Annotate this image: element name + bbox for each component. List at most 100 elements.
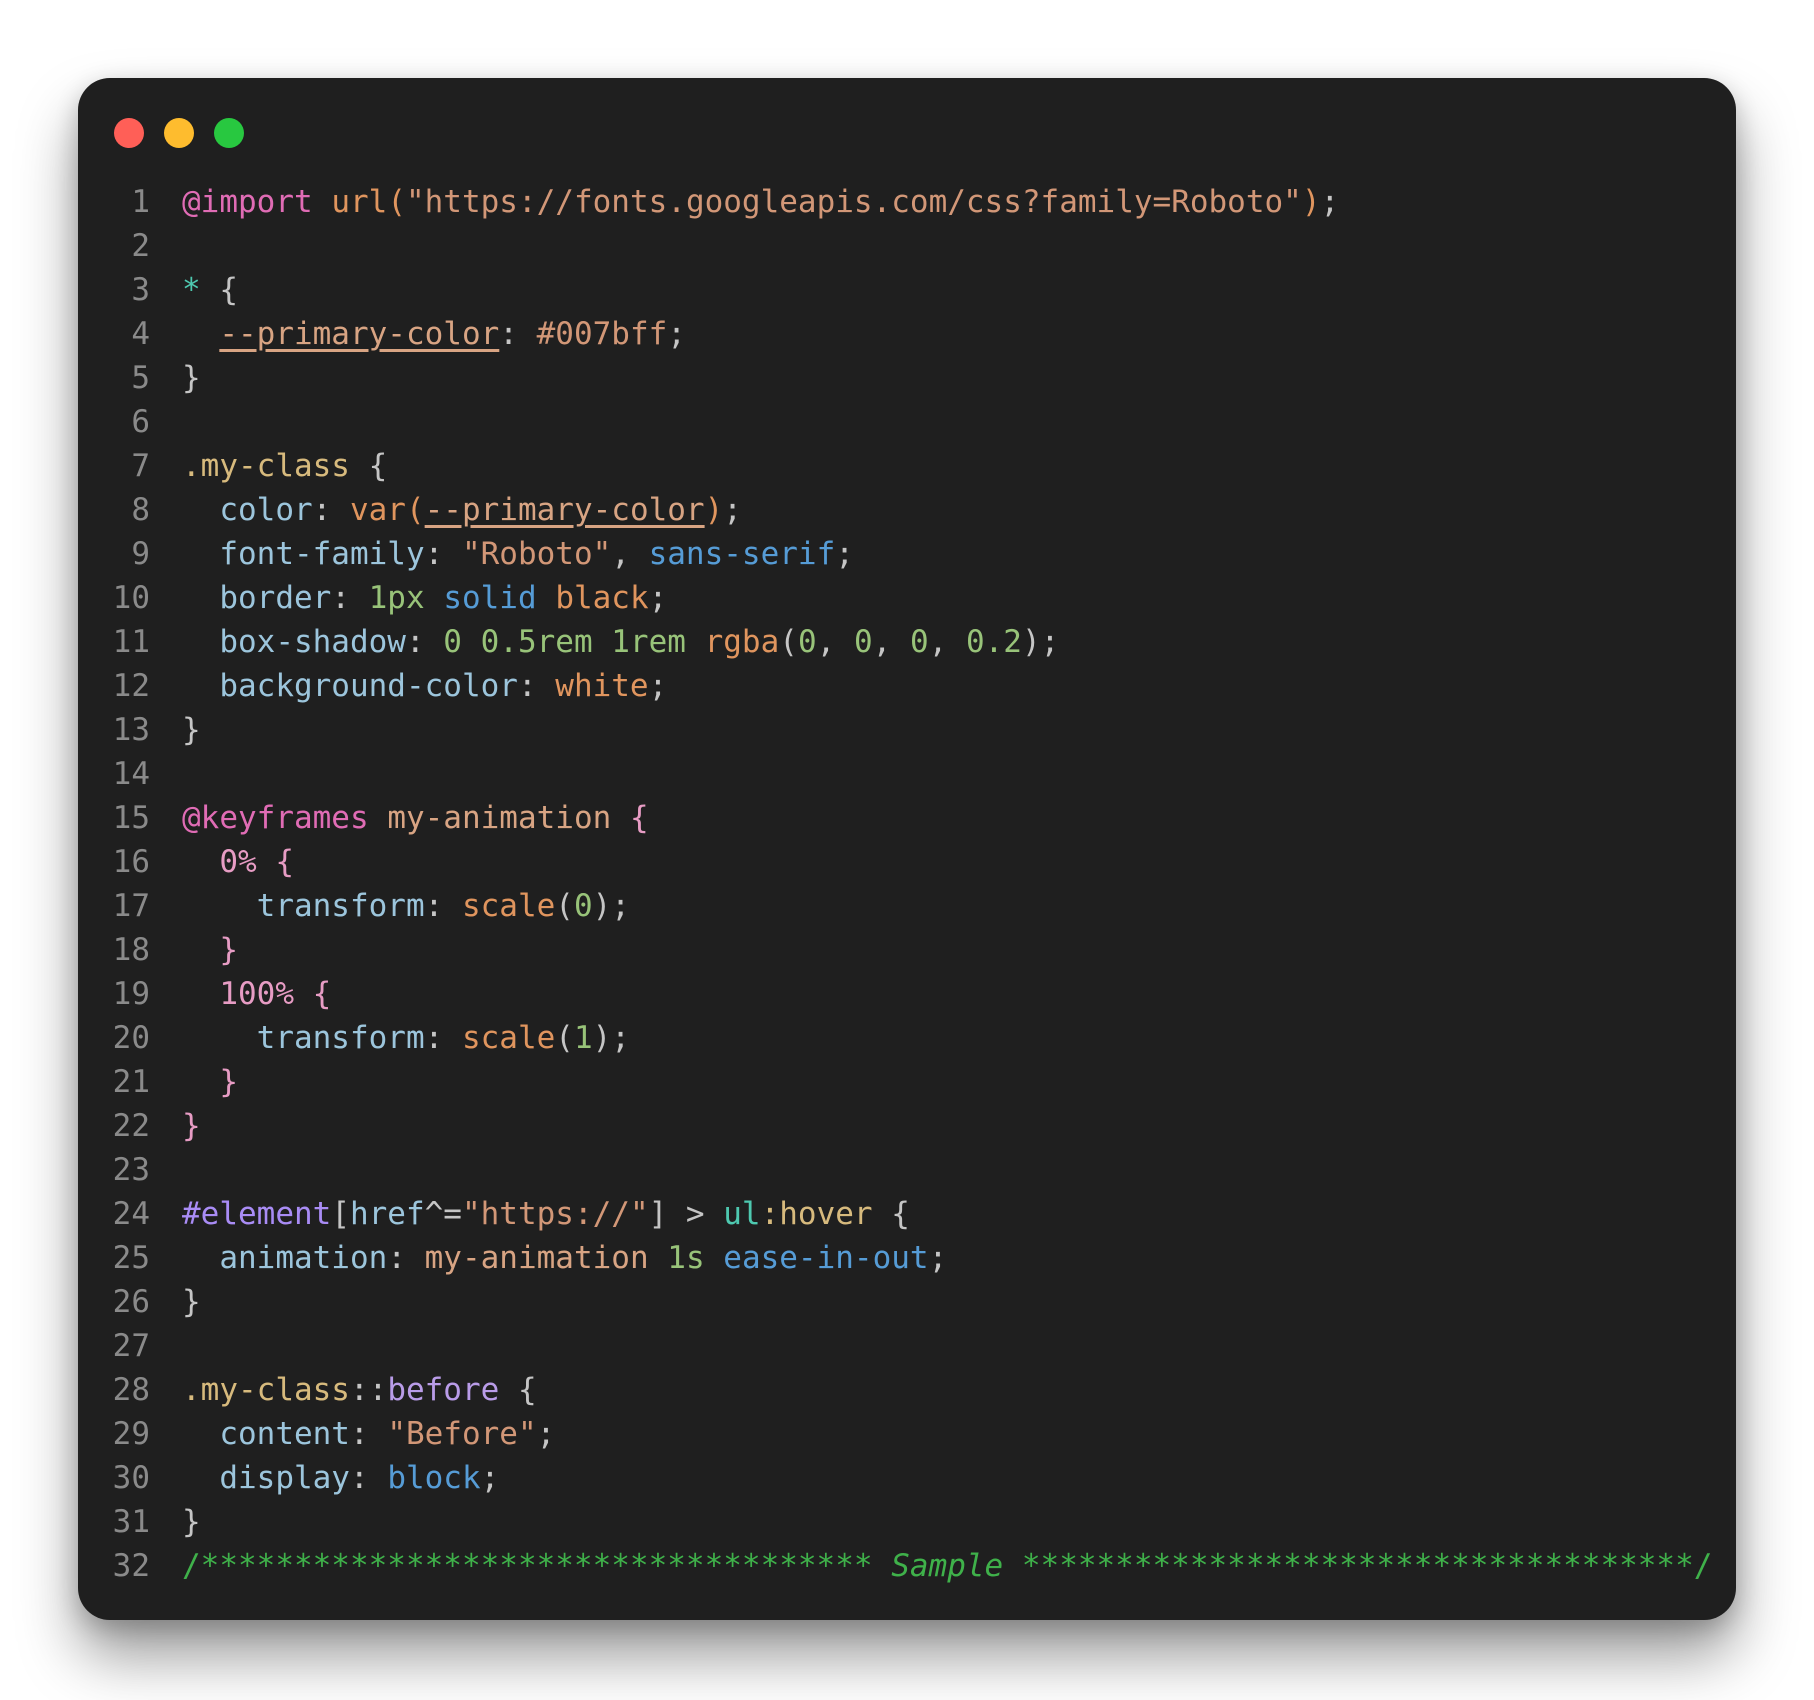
code-token: , [872, 624, 910, 660]
code-token: ] > [648, 1196, 724, 1232]
code-line: 31} [78, 1500, 1736, 1544]
line-text [150, 400, 182, 444]
code-token: : [424, 536, 462, 572]
code-token: background-color [219, 668, 518, 704]
line-text: @import url("https://fonts.googleapis.co… [150, 180, 1339, 224]
code-token: :hover [760, 1196, 873, 1232]
line-number: 8 [131, 492, 150, 528]
line-text: border: 1px solid black; [150, 576, 667, 620]
code-token: transform [256, 1020, 425, 1056]
code-token: border [219, 580, 332, 616]
code-line: 18 } [78, 928, 1736, 972]
code-line: 5} [78, 356, 1736, 400]
line-text: } [150, 1280, 201, 1324]
code-token: { [611, 800, 649, 836]
code-line: 1 @import url("https://fonts.googleapis.c… [78, 180, 1736, 224]
line-text [150, 224, 182, 268]
zoom-button[interactable] [214, 118, 244, 148]
line-number: 18 [112, 932, 150, 968]
line-text: * { [150, 268, 238, 312]
line-text: } [150, 708, 201, 752]
code-line: 10 border: 1px solid black; [78, 576, 1736, 620]
code-line: 28 .my-class::before { [78, 1368, 1736, 1412]
line-number: 5 [131, 360, 150, 396]
code-token: sans-serif [648, 536, 836, 572]
line-number: 24 [112, 1196, 150, 1232]
line-text: .my-class { [150, 444, 387, 488]
line-number: 27 [112, 1328, 150, 1364]
line-number: 6 [131, 404, 150, 440]
code-line: 23 [78, 1148, 1736, 1192]
code-token: ); [592, 888, 630, 924]
code-token: : [349, 1460, 388, 1496]
code-line: 3 * { [78, 268, 1736, 312]
code-token: box-shadow [219, 624, 406, 660]
code-token: 0% [219, 844, 257, 880]
code-window: 1 @import url("https://fonts.googleapis.c… [78, 78, 1736, 1620]
code-token: ( [555, 1020, 574, 1056]
code-token: } [219, 1064, 238, 1100]
code-token: ************************************/ [1003, 1548, 1713, 1584]
line-text: transform: scale(0); [150, 884, 630, 928]
code-token: { [349, 448, 388, 484]
code-token: : [424, 888, 462, 924]
code-token: 1px [368, 580, 425, 616]
code-token: "https://fonts.googleapis.com/css?family… [405, 184, 1302, 220]
minimize-button[interactable] [164, 118, 194, 148]
line-number: 1 [131, 184, 150, 220]
code-token: ; [480, 1460, 500, 1496]
code-token: 100% [219, 976, 294, 1012]
code-token: .my-class [182, 1372, 350, 1408]
line-text: } [150, 928, 238, 972]
code-token: ; [667, 316, 686, 352]
line-text: .my-class::before { [150, 1368, 537, 1412]
code-token: black [555, 580, 649, 616]
code-line: 22} [78, 1104, 1736, 1148]
code-line: 15 @keyframes my-animation { [78, 796, 1736, 840]
code-token: 1s [667, 1240, 705, 1276]
code-line: 20 transform: scale(1); [78, 1016, 1736, 1060]
code-token: solid [443, 580, 537, 616]
code-line: 4 --primary-color: #007bff; [78, 312, 1736, 356]
line-number: 22 [112, 1108, 150, 1144]
code-token: { [293, 976, 332, 1012]
line-text: color: var(--primary-color); [150, 488, 742, 532]
code-token: 0 [573, 888, 593, 924]
code-line: 9 font-family: "Roboto", sans-serif; [78, 532, 1736, 576]
code-editor[interactable]: 1 @import url("https://fonts.googleapis.c… [78, 180, 1736, 1588]
line-text [150, 752, 182, 796]
line-number: 19 [112, 976, 150, 1012]
line-text: font-family: "Roboto", sans-serif; [150, 532, 854, 576]
line-text: #element[href^="https://"] > ul:hover { [150, 1192, 910, 1236]
code-line: 21 } [78, 1060, 1736, 1104]
line-text: --primary-color: #007bff; [150, 312, 686, 356]
line-number: 32 [112, 1548, 150, 1584]
line-number: 31 [112, 1504, 150, 1540]
code-token: ease-in-out [723, 1240, 929, 1276]
code-token: ) [704, 492, 724, 528]
line-number: 3 [131, 272, 150, 308]
code-token: block [387, 1460, 481, 1496]
code-token: ^= [424, 1196, 462, 1232]
code-token: * [182, 272, 201, 308]
code-token: 0.2 [965, 624, 1022, 660]
code-token: "https://" [461, 1196, 649, 1232]
code-line: 29 content: "Before"; [78, 1412, 1736, 1456]
code-token: : [312, 492, 350, 528]
line-number: 20 [112, 1020, 150, 1056]
code-token: : [517, 668, 556, 704]
code-token: /************************************ [182, 1548, 892, 1584]
code-token: :: [349, 1372, 388, 1408]
line-text: box-shadow: 0 0.5rem 1rem rgba(0, 0, 0, … [150, 620, 1059, 664]
close-button[interactable] [114, 118, 144, 148]
